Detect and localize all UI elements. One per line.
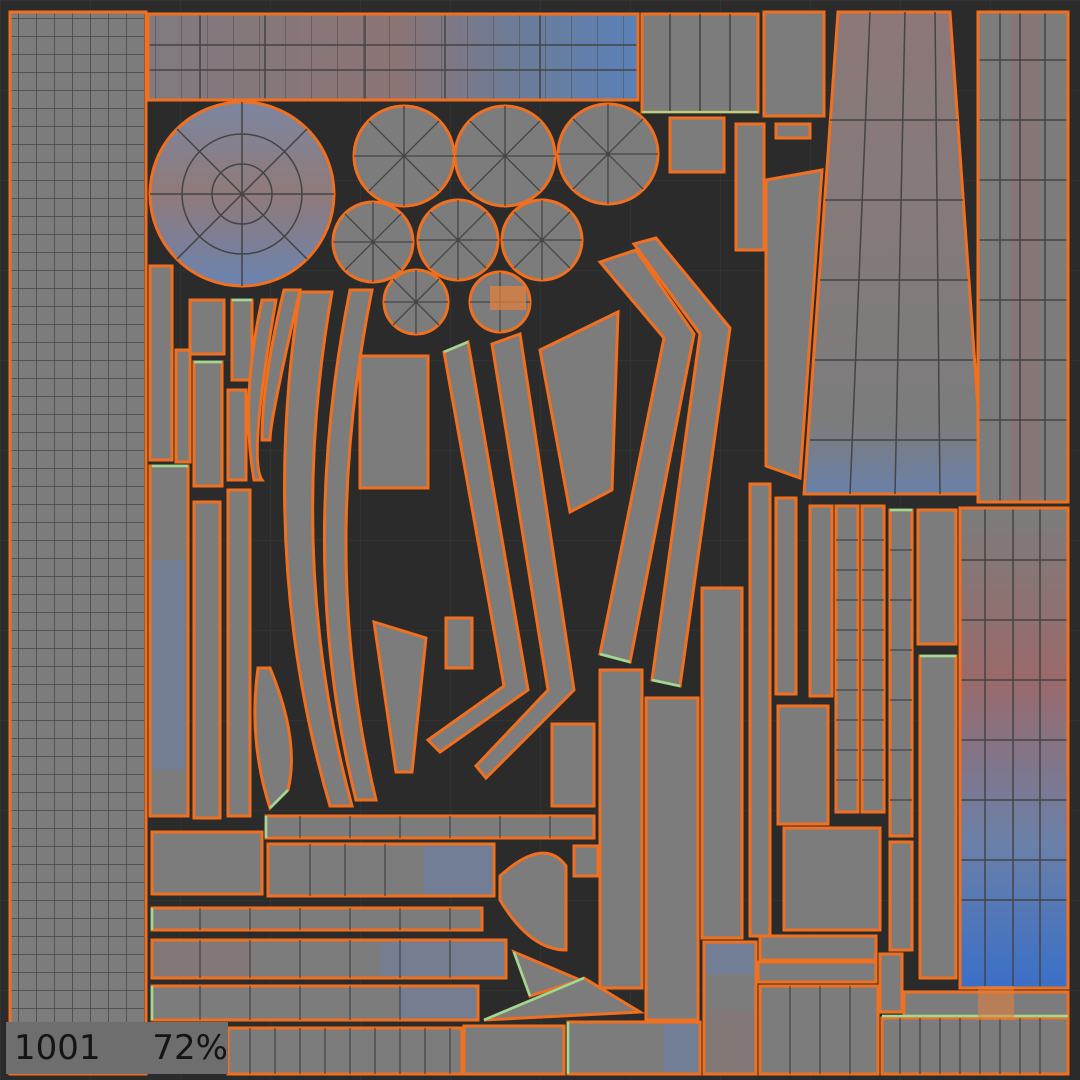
uv-island-right-top	[976, 10, 1070, 504]
uv-island-top-strip	[146, 12, 640, 102]
uv-layout-canvas[interactable]	[0, 0, 1080, 1080]
udim-tile-label: 1001	[14, 1028, 101, 1068]
uv-selected-vertex-cluster-right	[978, 986, 1014, 1020]
uv-selected-vertex-cluster	[490, 286, 526, 310]
uv-island-left-panel	[8, 10, 148, 1076]
uv-status-bar: 1001 72%	[6, 1022, 228, 1074]
uv-editor-viewport[interactable]: 1001 72%	[0, 0, 1080, 1080]
zoom-level-label: 72%	[152, 1028, 228, 1068]
uv-strip-blue-tint	[152, 560, 186, 770]
uv-island-dome	[148, 100, 336, 288]
uv-island-right-column	[958, 506, 1070, 990]
